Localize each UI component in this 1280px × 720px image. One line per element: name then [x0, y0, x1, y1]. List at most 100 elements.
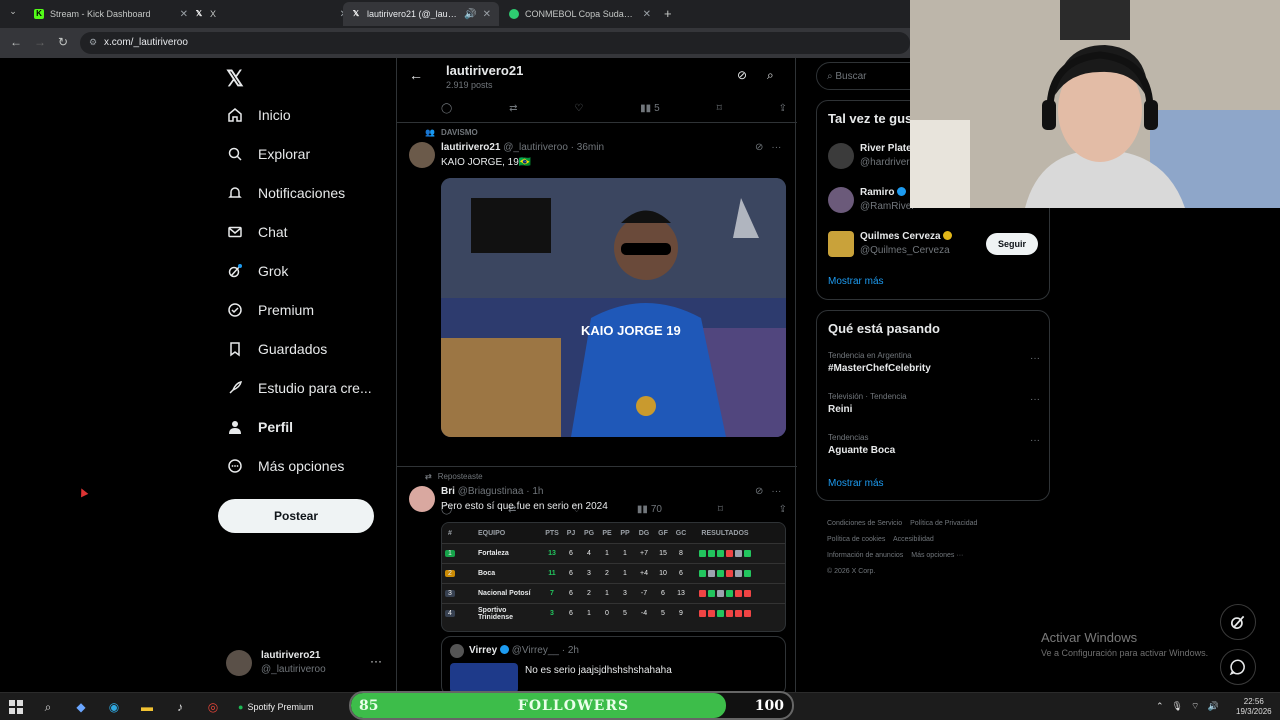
avatar[interactable] [409, 486, 435, 512]
retweet-icon[interactable]: ⇄ [509, 103, 517, 114]
nav-item-chat[interactable]: Chat [226, 223, 288, 241]
avatar[interactable] [409, 142, 435, 168]
network-icon[interactable]: ⌔ [1191, 701, 1199, 712]
grok-icon[interactable]: ⊘ [755, 142, 763, 153]
nav-item-premium[interactable]: Premium [226, 301, 314, 319]
nav-item-perfil[interactable]: Perfil [226, 418, 293, 436]
stat-cell: 5 [623, 610, 627, 617]
stat-cell: 15 [659, 550, 667, 557]
more-horizontal-icon[interactable]: ··· [771, 486, 781, 497]
tab-title: X [210, 9, 217, 19]
share-icon[interactable]: ⇪ [779, 504, 787, 515]
show-more-link[interactable]: Mostrar más [828, 276, 884, 287]
views-stat[interactable]: ▮▮ 70 [637, 504, 662, 515]
more-horizontal-icon[interactable]: ··· [771, 142, 781, 153]
nav-item-inicio[interactable]: Inicio [226, 106, 291, 124]
x-icon: 𝕏 [352, 9, 360, 18]
tab-search-button[interactable]: ⌄ [6, 6, 20, 20]
quoted-tweet[interactable]: Virrey @Virrey__ · 2h No es serio jaajsj… [441, 636, 786, 692]
tweet-video[interactable]: KAIO JORGE 19 [441, 178, 786, 437]
back-arrow-icon[interactable]: ← [409, 67, 423, 83]
x-logo[interactable]: 𝕏 [226, 66, 244, 92]
clock[interactable]: 22:56 19/3/2026 [1236, 697, 1272, 717]
copyright: © 2026 X Corp. [827, 568, 876, 575]
like-icon[interactable]: ♡ [574, 103, 583, 114]
search-icon[interactable]: ⌕ [40, 699, 56, 715]
footer-link[interactable]: Condiciones de Servicio [827, 520, 902, 527]
table-row: 3 Nacional Potosí 7 6 2 1 3 -7 6 13 [442, 583, 785, 603]
nav-item-guardados[interactable]: Guardados [226, 340, 327, 358]
footer-link[interactable]: Más opciones ··· [911, 552, 963, 559]
footer-link[interactable]: Accesibilidad [893, 536, 934, 543]
edge-icon[interactable]: ◉ [106, 699, 122, 715]
post-button[interactable]: Postear [218, 499, 374, 533]
microphone-icon[interactable]: 🎙 [1172, 701, 1183, 712]
search-icon[interactable]: ⌕ [767, 68, 774, 83]
nav-item-grok[interactable]: Grok [226, 262, 288, 280]
messages-fab[interactable] [1220, 649, 1256, 685]
views-stat[interactable]: ▮▮ 5 [640, 103, 660, 114]
suggestion-item[interactable]: Quilmes Cerveza @Quilmes_Cerveza Seguir [828, 229, 1040, 259]
author-name[interactable]: lautirivero21 [441, 142, 500, 153]
browser-tab-x[interactable]: 𝕏 X ✕ [186, 2, 356, 26]
bookmark-icon[interactable]: ⌑ [717, 103, 722, 114]
share-icon[interactable]: ⇪ [779, 103, 787, 114]
trend-item[interactable]: Televisión · Tendencia Reini ··· [828, 392, 1040, 415]
tweet-time[interactable]: 36min [577, 142, 604, 153]
reload-icon[interactable]: ↻ [58, 35, 68, 49]
show-more-link[interactable]: Mostrar más [828, 478, 884, 489]
nav-item-mas-opciones[interactable]: Más opciones [226, 457, 344, 475]
chrome-icon[interactable]: ◎ [205, 699, 221, 715]
account-switcher[interactable]: lautirivero21 @_lautiriveroo ··· [226, 648, 386, 678]
system-tray: ⌃ 🎙 ⌔ 🔊 [1156, 701, 1219, 712]
footer-link[interactable]: Política de cookies [827, 536, 885, 543]
file-explorer-icon[interactable]: ▬ [139, 699, 155, 715]
close-tab-icon[interactable]: ✕ [643, 9, 651, 20]
tab-title: lautirivero21 (@_lautiriveroo) [367, 9, 458, 19]
team-name: Fortaleza [478, 550, 509, 557]
forward-icon[interactable]: → [34, 35, 46, 49]
grok-icon [1230, 615, 1245, 630]
author-name[interactable]: Bri [441, 486, 455, 497]
nav-item-explorar[interactable]: Explorar [226, 145, 310, 163]
grok-fab[interactable] [1220, 604, 1256, 640]
trend-item[interactable]: Tendencia en Argentina #MasterChefCelebr… [828, 351, 1040, 374]
follow-button[interactable]: Seguir [986, 233, 1038, 255]
browser-tab-profile[interactable]: 𝕏 lautirivero21 (@_lautiriveroo) 🔊 ✕ [343, 2, 499, 26]
grok-icon[interactable]: ⊘ [737, 68, 747, 82]
nav-item-estudio[interactable]: Estudio para cre... [226, 379, 372, 397]
stat-cell: 3 [550, 610, 554, 617]
reply-icon[interactable]: ◯ [441, 103, 452, 114]
footer-link[interactable]: Política de Privacidad [910, 520, 977, 527]
more-horizontal-icon[interactable]: ··· [370, 654, 382, 668]
trend-item[interactable]: Tendencias Aguante Boca ··· [828, 433, 1040, 456]
new-tab-button[interactable]: + [664, 6, 672, 21]
followers-goal: 100 [754, 698, 784, 714]
volume-icon[interactable]: 🔊 [1207, 701, 1218, 712]
tweet-time[interactable]: 1h [532, 486, 543, 497]
chevron-up-icon[interactable]: ⌃ [1156, 701, 1164, 712]
site-info-icon[interactable]: ⚙ [89, 37, 97, 48]
spotify-taskbar-item[interactable]: ● Spotify Premium [232, 697, 319, 717]
avatar [828, 231, 854, 257]
browser-tab-conmebol[interactable]: CONMEBOL Copa Sudamericana ✕ [501, 2, 659, 26]
copilot-icon[interactable]: ◆ [73, 699, 89, 715]
back-icon[interactable]: ← [10, 35, 22, 49]
standings-table-image[interactable]: # EQUIPO PTS PJ PG PE PP DG GF GC RESULT… [441, 522, 786, 632]
more-horizontal-icon[interactable]: ··· [1030, 353, 1040, 364]
stat-cell: 1 [587, 610, 591, 617]
close-tab-icon[interactable]: ✕ [483, 9, 491, 20]
nav-item-notificaciones[interactable]: Notificaciones [226, 184, 345, 202]
url-field[interactable]: ⚙ x.com/_lautiriveroo [80, 32, 910, 54]
footer-link[interactable]: Información de anuncios [827, 552, 903, 559]
speaker-icon[interactable]: 🔊 [464, 9, 476, 20]
tiktok-icon[interactable]: ♪ [172, 699, 188, 715]
browser-tab-kick[interactable]: K Stream - Kick Dashboard ✕ [26, 2, 196, 26]
more-horizontal-icon[interactable]: ··· [1030, 435, 1040, 446]
bookmark-icon[interactable]: ⌑ [718, 504, 723, 515]
windows-start-icon[interactable] [8, 699, 24, 715]
more-horizontal-icon[interactable]: ··· [1030, 394, 1040, 405]
tweet-meta: Bri @Briagustinaa · 1h [441, 486, 544, 497]
mail-icon [226, 223, 244, 241]
grok-icon[interactable]: ⊘ [755, 486, 763, 497]
